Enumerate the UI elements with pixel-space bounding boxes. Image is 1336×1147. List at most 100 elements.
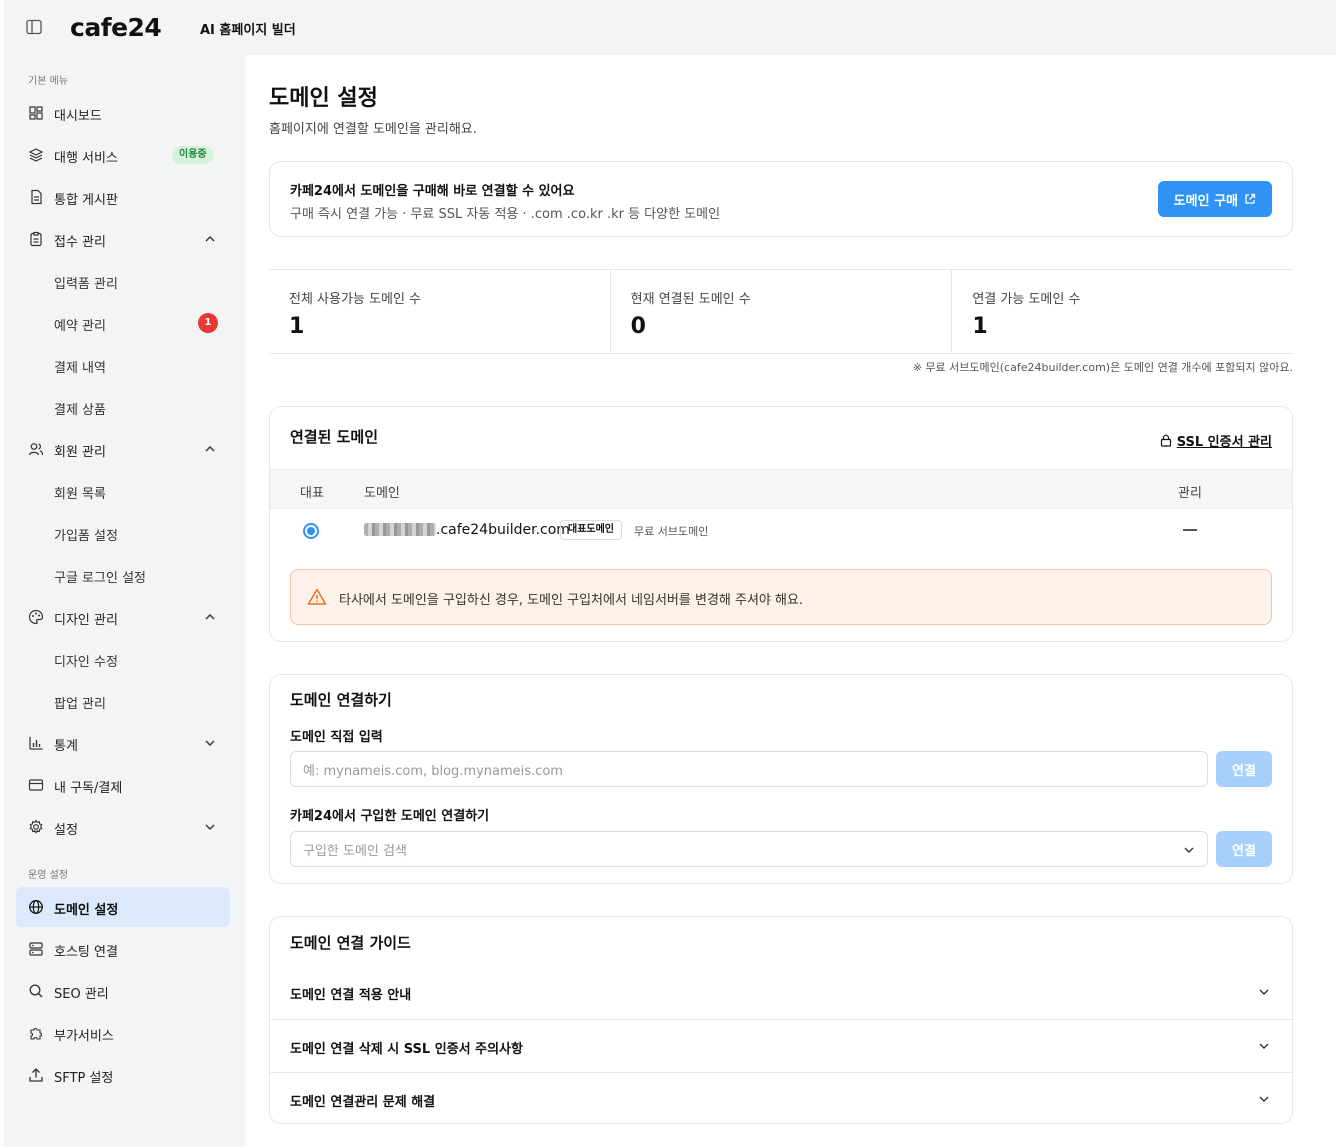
section-label-ops: 운영 설정 bbox=[28, 870, 68, 881]
connect-purchased-button[interactable]: 연결 bbox=[1216, 831, 1272, 867]
domain-stats: 전체 사용가능 도메인 수 1 현재 연결된 도메인 수 0 연결 가능 도메인… bbox=[269, 269, 1293, 354]
sidebar-item-sftp[interactable]: SFTP 설정 bbox=[16, 1055, 230, 1095]
col-header-manage: 관리 bbox=[1178, 486, 1202, 501]
sidebar-item-settings[interactable]: 설정 bbox=[16, 807, 230, 847]
chevron-up-icon[interactable] bbox=[204, 611, 216, 623]
sidebar-item-popup[interactable]: 팝업 관리 bbox=[16, 681, 230, 721]
sidebar-item-member-list[interactable]: 회원 목록 bbox=[16, 471, 230, 511]
stat-value: 1 bbox=[289, 314, 305, 339]
col-header-rep: 대표 bbox=[300, 486, 324, 501]
guide-accordion-item[interactable]: 도메인 연결 적용 안내 bbox=[270, 966, 1292, 1019]
buy-domain-button[interactable]: 도메인 구매 bbox=[1157, 181, 1272, 217]
sidebar-item-members[interactable]: 회원 관리 bbox=[16, 429, 230, 469]
sidebar-item-domain-settings[interactable]: 도메인 설정 bbox=[16, 887, 230, 927]
chevron-down-icon bbox=[1184, 847, 1194, 853]
table-row: .cafe24builder.com 대표도메인 무료 서브도메인 bbox=[270, 509, 1292, 551]
sidebar-item-agency-service[interactable]: 대행 서비스 이용중 bbox=[16, 135, 230, 175]
sidebar-item-google-login[interactable]: 구글 로그인 설정 bbox=[16, 555, 230, 595]
chevron-up-icon[interactable] bbox=[204, 443, 216, 455]
stat-value: 1 bbox=[972, 314, 988, 339]
guide-accordion-item[interactable]: 도메인 연결 삭제 시 SSL 인증서 주의사항 bbox=[270, 1019, 1292, 1072]
stat-connected: 현재 연결된 도메인 수 0 bbox=[611, 270, 953, 353]
sidebar-item-label: 결제 내역 bbox=[54, 361, 106, 376]
section-label-basic: 기본 메뉴 bbox=[28, 76, 68, 87]
sidebar-item-label: 회원 관리 bbox=[54, 445, 106, 460]
sidebar-toggle-icon[interactable] bbox=[26, 19, 42, 35]
external-link-icon bbox=[1245, 193, 1256, 204]
status-badge: 이용중 bbox=[172, 146, 214, 164]
sidebar-item-label: 예약 관리 bbox=[54, 319, 106, 334]
count-badge: 1 bbox=[198, 313, 218, 333]
sidebar-item-design-edit[interactable]: 디자인 수정 bbox=[16, 639, 230, 679]
buy-domain-label: 도메인 구매 bbox=[1173, 193, 1238, 209]
sidebar-item-payment-history[interactable]: 결제 내역 bbox=[16, 345, 230, 385]
nameserver-warning: 타사에서 도메인을 구입하신 경우, 도메인 구입처에서 네임서버를 변경해 주… bbox=[290, 569, 1272, 625]
grid-icon bbox=[29, 106, 43, 120]
sidebar-item-label: 입력폼 관리 bbox=[54, 277, 118, 292]
connected-domains-card: 연결된 도메인 SSL 인증서 관리 대표 도메인 관리 .cafe24buil… bbox=[269, 406, 1293, 642]
chevron-down-icon[interactable] bbox=[204, 821, 216, 833]
sidebar-item-reservation[interactable]: 예약 관리 1 bbox=[16, 303, 230, 343]
guide-item-label: 도메인 연결 적용 안내 bbox=[290, 988, 412, 1003]
page-description: 홈페이지에 연결할 도메인을 관리해요. bbox=[269, 122, 477, 137]
manage-placeholder bbox=[1183, 529, 1197, 531]
sidebar-item-label: 접수 관리 bbox=[54, 235, 106, 250]
main-content: 도메인 설정 홈페이지에 연결할 도메인을 관리해요. 카페24에서 도메인을 … bbox=[245, 55, 1336, 1147]
select-placeholder: 구입한 도메인 검색 bbox=[303, 843, 407, 859]
bar-chart-icon bbox=[29, 737, 43, 750]
sidebar-item-seo[interactable]: SEO 관리 bbox=[16, 971, 230, 1011]
chevron-up-icon[interactable] bbox=[204, 233, 216, 245]
domain-name: .cafe24builder.com bbox=[436, 522, 570, 538]
palette-icon bbox=[28, 609, 44, 625]
warning-icon bbox=[307, 588, 327, 605]
stat-value: 0 bbox=[630, 314, 646, 339]
users-icon bbox=[28, 443, 44, 456]
guide-card: 도메인 연결 가이드 도메인 연결 적용 안내 도메인 연결 삭제 시 SSL … bbox=[269, 916, 1293, 1124]
table-header: 대표 도메인 관리 bbox=[270, 469, 1292, 509]
globe-icon bbox=[29, 900, 43, 914]
sidebar-item-label: 도메인 설정 bbox=[54, 903, 119, 918]
purchased-domain-select[interactable]: 구입한 도메인 검색 bbox=[290, 831, 1208, 867]
chevron-down-icon[interactable] bbox=[204, 737, 216, 749]
sidebar-item-stats[interactable]: 통계 bbox=[16, 723, 230, 763]
sidebar-item-label: 대시보드 bbox=[54, 109, 102, 124]
sidebar-item-label: SFTP 설정 bbox=[54, 1071, 114, 1086]
layers-icon bbox=[28, 148, 44, 162]
sidebar-item-payment-product[interactable]: 결제 상품 bbox=[16, 387, 230, 427]
ssl-manage-link[interactable]: SSL 인증서 관리 bbox=[1160, 431, 1272, 450]
redacted-subdomain bbox=[364, 523, 436, 536]
stats-note: ※ 무료 서브도메인(cafe24builder.com)은 도메인 연결 개수… bbox=[912, 361, 1293, 374]
guide-title: 도메인 연결 가이드 bbox=[290, 934, 411, 952]
sidebar-item-board[interactable]: 통합 게시판 bbox=[16, 177, 230, 217]
chevron-down-icon bbox=[1259, 1043, 1269, 1049]
sidebar-item-label: 통합 게시판 bbox=[54, 193, 118, 208]
domain-input[interactable]: 예: mynameis.com, blog.mynameis.com bbox=[290, 751, 1208, 787]
sidebar-item-label: 디자인 관리 bbox=[54, 613, 118, 628]
cafe24-domain-label: 카페24에서 구입한 도메인 연결하기 bbox=[290, 809, 490, 824]
sidebar-item-label: 설정 bbox=[54, 823, 78, 838]
sidebar-item-label: 호스팅 연결 bbox=[54, 945, 118, 960]
sidebar-item-reception[interactable]: 접수 관리 bbox=[16, 219, 230, 259]
promo-card: 카페24에서 도메인을 구매해 바로 연결할 수 있어요 구매 즉시 연결 가능… bbox=[269, 161, 1293, 237]
representative-radio[interactable] bbox=[303, 523, 319, 539]
guide-accordion-item[interactable]: 도메인 연결관리 문제 해결 bbox=[270, 1072, 1292, 1125]
connect-direct-button[interactable]: 연결 bbox=[1216, 751, 1272, 787]
sidebar-item-dashboard[interactable]: 대시보드 bbox=[16, 93, 230, 133]
document-icon bbox=[31, 189, 42, 205]
sidebar-item-label: 디자인 수정 bbox=[54, 655, 118, 670]
stat-label: 현재 연결된 도메인 수 bbox=[630, 292, 751, 307]
top-bar: cafe24 AI 홈페이지 빌더 bbox=[4, 0, 1336, 55]
sidebar-item-subscription[interactable]: 내 구독/결제 bbox=[16, 765, 230, 805]
connect-domain-title: 도메인 연결하기 bbox=[290, 691, 392, 709]
sidebar-item-hosting[interactable]: 호스팅 연결 bbox=[16, 929, 230, 969]
guide-item-label: 도메인 연결관리 문제 해결 bbox=[290, 1095, 436, 1110]
sidebar-item-design[interactable]: 디자인 관리 bbox=[16, 597, 230, 637]
sidebar-item-signup-form[interactable]: 가입폼 설정 bbox=[16, 513, 230, 553]
sidebar-item-form[interactable]: 입력폼 관리 bbox=[16, 261, 230, 301]
logo[interactable]: cafe24 bbox=[70, 13, 162, 42]
sidebar-item-label: 통계 bbox=[54, 739, 78, 754]
sidebar-item-label: 대행 서비스 bbox=[54, 151, 118, 166]
warning-text: 타사에서 도메인을 구입하신 경우, 도메인 구입처에서 네임서버를 변경해 주… bbox=[339, 593, 804, 608]
sidebar-item-addons[interactable]: 부가서비스 bbox=[16, 1013, 230, 1053]
connect-domain-card: 도메인 연결하기 도메인 직접 입력 예: mynameis.com, blog… bbox=[269, 674, 1293, 884]
